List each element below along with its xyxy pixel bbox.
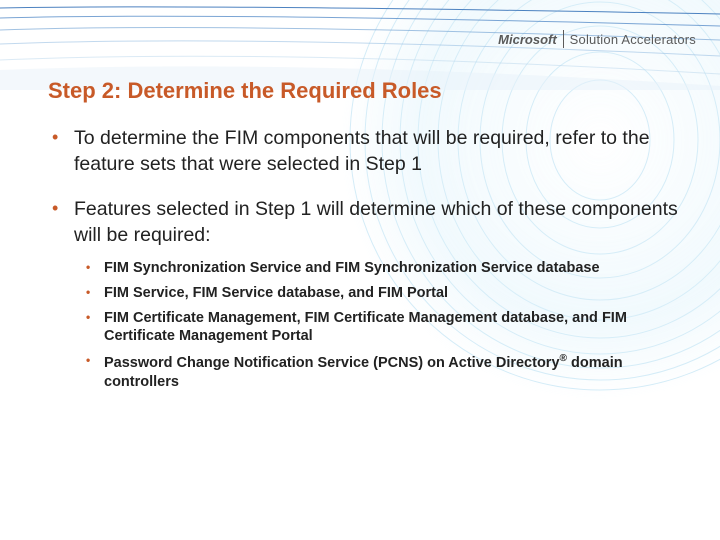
sub-bullet-item: FIM Certificate Management, FIM Certific…	[84, 309, 680, 347]
slide-title: Step 2: Determine the Required Roles	[48, 78, 680, 104]
brand-microsoft: Microsoft	[498, 32, 557, 47]
sub-bullet-item: FIM Synchronization Service and FIM Sync…	[84, 259, 680, 278]
bullet-text: Features selected in Step 1 will determi…	[74, 198, 678, 246]
brand-product: Solution Accelerators	[570, 32, 696, 47]
brand-bar: Microsoft Solution Accelerators	[498, 30, 696, 48]
bullet-item: To determine the FIM components that wil…	[48, 126, 680, 177]
bullet-list: To determine the FIM components that wil…	[48, 126, 680, 392]
sub-bullet-item: Password Change Notification Service (PC…	[84, 352, 680, 392]
brand-divider	[563, 30, 564, 48]
bullet-text: To determine the FIM components that wil…	[74, 127, 650, 175]
sub-bullet-item: FIM Service, FIM Service database, and F…	[84, 284, 680, 303]
sub-bullet-list: FIM Synchronization Service and FIM Sync…	[84, 259, 680, 392]
slide-content: Step 2: Determine the Required Roles To …	[48, 78, 680, 412]
bullet-item: Features selected in Step 1 will determi…	[48, 197, 680, 391]
